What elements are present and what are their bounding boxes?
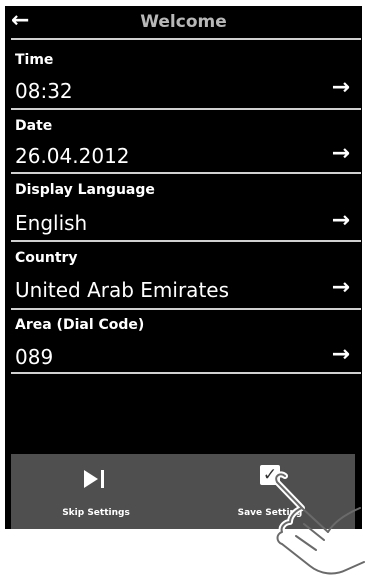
setting-value-country[interactable]: United Arab Emirates: [15, 278, 229, 302]
arrow-right-icon[interactable]: →: [324, 208, 350, 234]
skip-forward-icon: [11, 460, 181, 494]
skip-settings-button[interactable]: Skip Settings: [11, 454, 181, 529]
divider: [11, 240, 361, 242]
phone-screen: ← Welcome Time 08:32 → Date 26.04.2012 →…: [5, 6, 362, 529]
setting-value-time[interactable]: 08:32: [15, 79, 73, 103]
pointing-hand-icon: [273, 471, 367, 577]
page-title: Welcome: [140, 12, 227, 32]
setting-label-date: Date: [15, 118, 53, 134]
setting-label-time: Time: [15, 52, 54, 68]
header: ← Welcome: [5, 6, 362, 38]
setting-label-area-code: Area (Dial Code): [15, 317, 145, 333]
setting-label-country: Country: [15, 250, 78, 266]
divider: [11, 172, 361, 174]
divider: [11, 372, 361, 374]
setting-value-date[interactable]: 26.04.2012: [15, 144, 130, 168]
arrow-right-icon[interactable]: →: [324, 75, 350, 101]
arrow-right-icon[interactable]: →: [324, 342, 350, 368]
skip-settings-label: Skip Settings: [62, 508, 130, 518]
setting-value-display-language[interactable]: English: [15, 211, 87, 235]
arrow-right-icon[interactable]: →: [324, 275, 350, 301]
arrow-right-icon[interactable]: →: [324, 141, 350, 167]
setting-label-display-language: Display Language: [15, 182, 155, 198]
divider: [11, 308, 361, 310]
divider: [11, 108, 361, 110]
divider: [11, 38, 361, 40]
setting-value-area-code[interactable]: 089: [15, 345, 53, 369]
